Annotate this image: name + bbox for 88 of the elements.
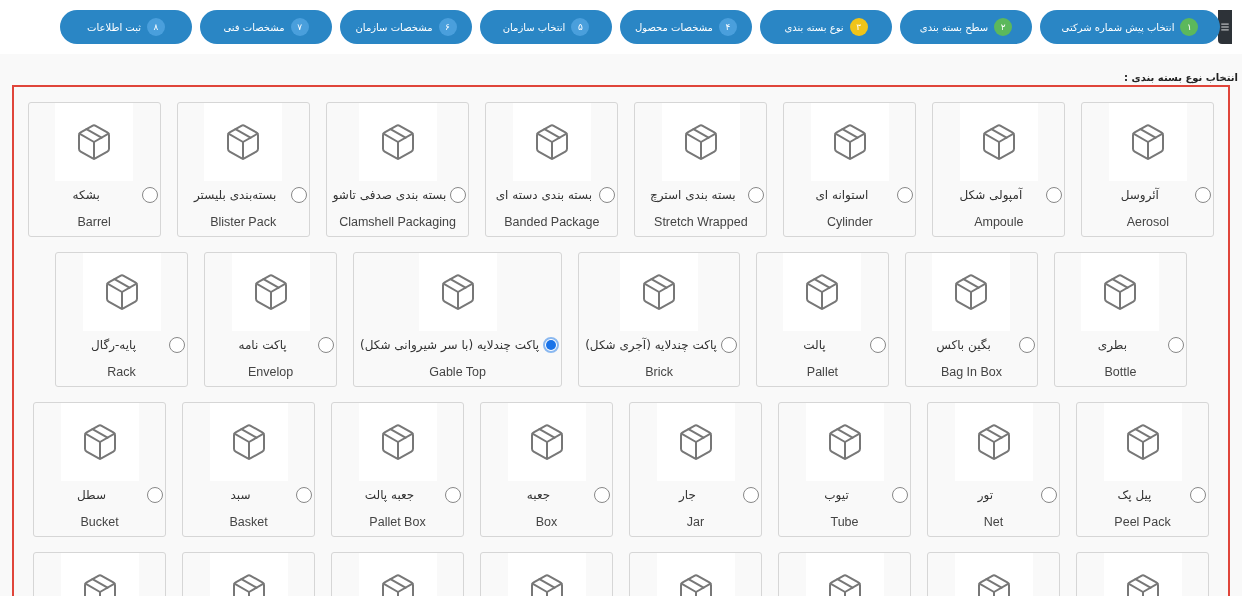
persian-label: آئروسل: [1119, 188, 1160, 202]
english-label: Bottle: [1104, 365, 1137, 379]
step-number: ۲: [994, 18, 1013, 36]
step-button[interactable]: ۱ انتخاب پیش شماره شرکتی: [1040, 10, 1220, 44]
radio-button[interactable]: [1018, 337, 1035, 353]
radio-button[interactable]: [450, 187, 467, 203]
radio-button[interactable]: [720, 337, 737, 353]
radio-button[interactable]: [147, 487, 163, 503]
radio-button[interactable]: [141, 187, 158, 203]
persian-label: سطل: [76, 488, 107, 502]
english-label: Box: [535, 515, 558, 529]
english-label: Jar: [686, 515, 705, 529]
step-button[interactable]: ۲ سطح بسته بندی: [900, 10, 1032, 44]
radio-button[interactable]: [1167, 337, 1184, 353]
english-label: Stretch Wrapped: [654, 215, 748, 229]
english-label: Aerosol: [1126, 215, 1170, 229]
step-number: ۳: [849, 18, 868, 36]
radio-button[interactable]: [743, 487, 759, 503]
persian-label: جار: [677, 488, 697, 502]
persian-label: آمپولی شکل: [958, 188, 1024, 202]
radio-button[interactable]: [318, 337, 335, 353]
radio-button[interactable]: [1046, 187, 1063, 203]
english-label: Cylinder: [826, 215, 873, 229]
persian-label: پاکت چندلایه (آجری شکل): [585, 338, 717, 352]
step-button[interactable]: ۵ انتخاب سازمان: [480, 10, 612, 44]
step-number: ۱: [1180, 18, 1199, 36]
english-label: Barrel: [77, 215, 111, 229]
radio-button[interactable]: [869, 337, 886, 353]
step-button[interactable]: ۴ مشخصات محصول: [620, 10, 752, 44]
persian-label: جعبه: [525, 488, 552, 502]
persian-label: پاکت نامه: [237, 338, 288, 352]
radio-button[interactable]: [594, 487, 610, 503]
step-number: ۵: [571, 18, 590, 36]
step-number: ۶: [438, 18, 457, 36]
english-label: Envelop: [247, 365, 294, 379]
english-label: Bag In Box: [940, 365, 1003, 379]
persian-label: جعبه پالت: [363, 488, 416, 502]
step-button[interactable]: ۸ ثبت اطلاعات: [60, 10, 192, 44]
radio-button[interactable]: [599, 187, 616, 203]
english-label: Bucket: [80, 515, 119, 529]
persian-label: بسته بندی استرچ: [648, 188, 737, 202]
step-button[interactable]: ۳ نوع بسته بندی: [760, 10, 892, 44]
persian-label: تور: [976, 488, 995, 502]
english-label: Banded Package: [504, 215, 600, 229]
persian-label: بطری: [1096, 338, 1129, 352]
step-button[interactable]: ۷ مشخصات فنی: [200, 10, 332, 44]
radio-button[interactable]: [892, 487, 908, 503]
step-number: ۷: [290, 18, 309, 36]
radio-button[interactable]: [748, 187, 765, 203]
persian-label: تیوب: [823, 488, 850, 502]
persian-label: پایه-رگال: [90, 338, 138, 352]
radio-button[interactable]: [445, 487, 461, 503]
step-button[interactable]: ۶ مشخصات سازمان: [340, 10, 472, 44]
persian-label: پاکت چندلایه (با سر شیروانی شکل): [360, 338, 540, 352]
section-title: انتخاب نوع بسته بندی :: [1123, 71, 1239, 85]
english-label: Pallet: [806, 365, 839, 379]
english-label: Gable Top: [429, 365, 486, 379]
persian-label: سبد: [229, 488, 252, 502]
persian-label: بشکه: [71, 188, 101, 202]
persian-label: پالت: [802, 338, 827, 352]
english-label: Pallet Box: [369, 515, 426, 529]
persian-label: بسته بندی دسته ای: [494, 188, 594, 202]
radio-button[interactable]: [290, 187, 307, 203]
radio-button[interactable]: [296, 487, 312, 503]
step-number: ۴: [719, 18, 737, 36]
english-label: Basket: [229, 515, 268, 529]
persian-label: بگین باکس: [935, 338, 992, 352]
english-label: Ampoule: [974, 215, 1024, 229]
english-label: Clamshell Packaging: [339, 215, 456, 229]
persian-label: استوانه ای: [814, 188, 870, 202]
menu-button[interactable]: [1218, 10, 1232, 44]
radio-button[interactable]: [169, 337, 186, 353]
persian-label: بسته‌بندی بلیستر: [192, 188, 278, 202]
english-label: Blister Pack: [210, 215, 277, 229]
step-number: ۸: [146, 18, 165, 36]
radio-button[interactable]: [897, 187, 914, 203]
english-label: Peel Pack: [1114, 515, 1171, 529]
radio-button[interactable]: [1041, 487, 1057, 503]
persian-label: پیل پک: [1116, 488, 1153, 502]
radio-button[interactable]: [1195, 187, 1212, 203]
english-label: Rack: [107, 365, 136, 379]
english-label: Net: [983, 515, 1004, 529]
english-label: Brick: [645, 365, 673, 379]
radio-button[interactable]: [543, 337, 560, 353]
persian-label: بسته بندی صدفی تاشو: [332, 188, 447, 202]
english-label: Tube: [830, 515, 859, 529]
radio-button[interactable]: [1190, 487, 1206, 503]
menu-icon: [1220, 22, 1230, 32]
